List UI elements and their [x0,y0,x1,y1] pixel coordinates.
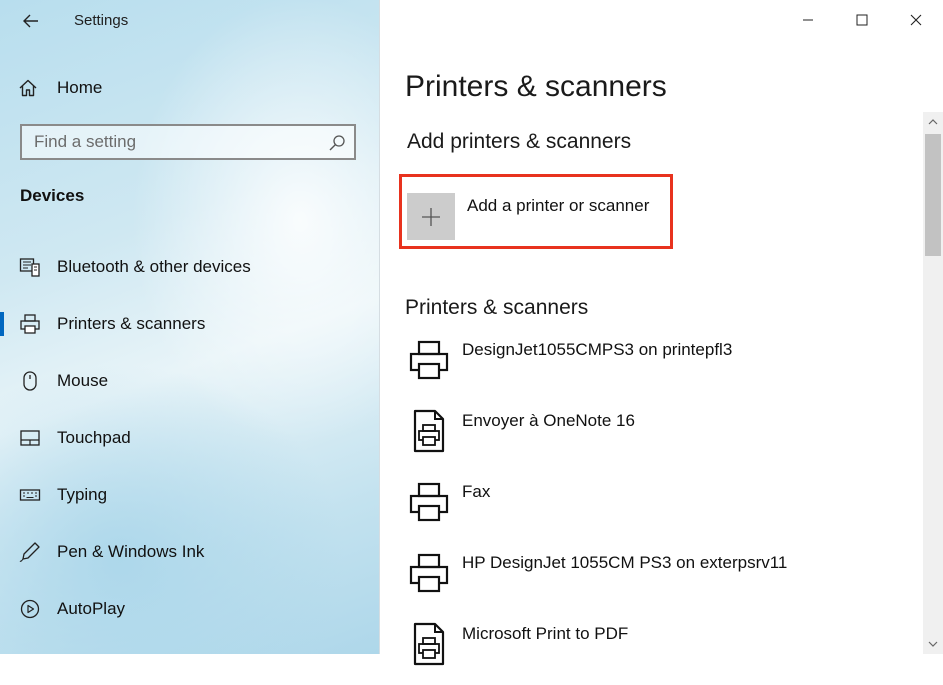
app-title: Settings [74,12,129,29]
sidebar-item-printers[interactable]: Printers & scanners [0,295,379,352]
scroll-thumb[interactable] [925,134,941,256]
keyboard-icon [19,484,41,506]
chevron-up-icon [928,119,938,125]
printer-icon [409,553,449,593]
printer-name: HP DesignJet 1055CM PS3 on exterpsrv11 [462,553,788,572]
bluetooth-devices-icon [19,256,41,278]
list-item[interactable]: Envoyer à OneNote 16 [405,401,905,472]
page-title: Printers & scanners [405,70,667,103]
home-icon [18,77,44,99]
maximize-button[interactable] [835,0,889,40]
list-item[interactable]: Fax [405,472,905,543]
sidebar-item-label: Touchpad [57,427,131,447]
sidebar-item-label: Typing [57,484,108,504]
sidebar-item-mouse[interactable]: Mouse [0,352,379,409]
list-item[interactable]: HP DesignJet 1055CM PS3 on exterpsrv11 [405,543,905,614]
vertical-scrollbar[interactable] [923,112,943,654]
printer-list-title: Printers & scanners [405,296,589,319]
sidebar-item-bluetooth[interactable]: Bluetooth & other devices [0,238,379,295]
sidebar: Settings Home Devices B [0,0,380,654]
printer-icon [19,313,41,335]
document-printer-icon [413,622,445,666]
minimize-icon [803,19,813,21]
pen-icon [19,541,41,563]
devices-nav: Bluetooth & other devices Printers & sca… [0,238,379,637]
sidebar-item-label: Printers & scanners [57,313,206,333]
scroll-down-button[interactable] [923,634,943,654]
printer-name: Fax [462,482,491,501]
search-box[interactable] [20,124,356,160]
sidebar-item-label: AutoPlay [57,598,126,618]
printer-name: Microsoft Print to PDF [462,624,629,643]
list-item[interactable]: Microsoft Print to PDF [405,614,905,685]
close-icon [910,14,922,26]
printer-list: DesignJet1055CMPS3 on printepfl3 Envoyer… [405,330,905,685]
touchpad-icon [19,427,41,449]
sidebar-item-label: Mouse [57,370,109,390]
search-icon[interactable] [328,134,346,152]
printer-name: DesignJet1055CMPS3 on printepfl3 [462,340,733,359]
sidebar-item-pen[interactable]: Pen & Windows Ink [0,523,379,580]
home-nav-item[interactable]: Home [18,72,102,104]
sidebar-item-label: Bluetooth & other devices [57,256,251,276]
add-printer-label[interactable]: Add a printer or scanner [467,196,649,216]
back-arrow-icon [23,14,38,28]
close-button[interactable] [889,0,943,40]
list-item[interactable]: DesignJet1055CMPS3 on printepfl3 [405,330,905,401]
sidebar-item-typing[interactable]: Typing [0,466,379,523]
search-input[interactable] [22,126,324,158]
window-controls [781,0,943,40]
autoplay-icon [19,598,41,620]
chevron-down-icon [928,641,938,647]
minimize-button[interactable] [781,0,835,40]
scroll-up-button[interactable] [923,112,943,132]
printer-icon [409,482,449,522]
section-title: Devices [20,186,85,205]
main-content: Printers & scanners Add printers & scann… [380,0,943,666]
sidebar-item-autoplay[interactable]: AutoPlay [0,580,379,637]
printer-icon [409,340,449,380]
sidebar-item-touchpad[interactable]: Touchpad [0,409,379,466]
title-bar-left: Settings [0,0,379,42]
add-printer-button[interactable] [407,193,455,240]
back-button[interactable] [18,8,44,34]
maximize-icon [856,14,868,26]
mouse-icon [19,370,41,392]
printer-name: Envoyer à OneNote 16 [462,411,635,430]
sidebar-item-label: Pen & Windows Ink [57,541,205,561]
add-section-title: Add printers & scanners [407,130,632,153]
plus-icon [422,207,440,226]
home-label: Home [57,78,103,97]
document-printer-icon [413,409,445,453]
